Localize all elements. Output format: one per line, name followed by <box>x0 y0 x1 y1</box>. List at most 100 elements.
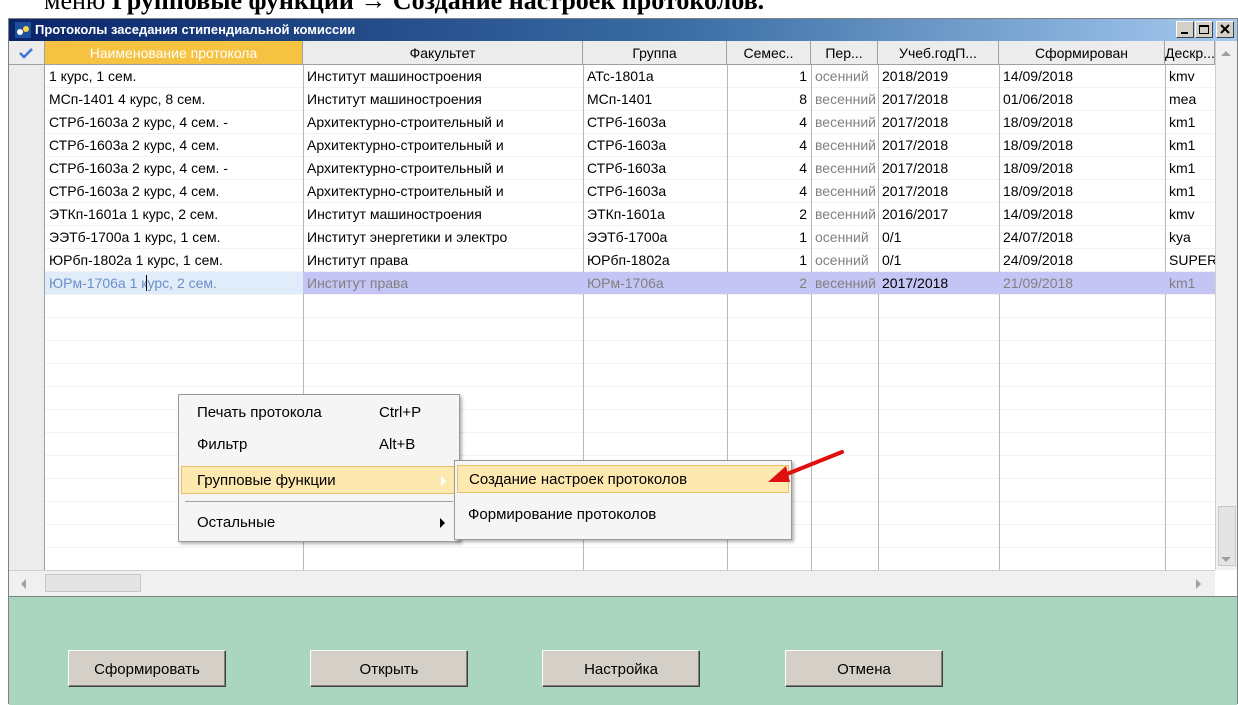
cell-semester: 4 <box>799 160 807 176</box>
cell-year: 2017/2018 <box>882 114 949 130</box>
cell-name: СТРб-1603а 2 курс, 4 сем. <box>49 137 220 153</box>
cell-descr: kmv <box>1169 206 1195 222</box>
table-row[interactable]: МСп-1401 4 курс, 8 сем. Институт машинос… <box>45 88 1215 110</box>
scroll-down-icon[interactable] <box>1218 552 1234 568</box>
menu-item-label: Фильтр <box>197 436 248 453</box>
table-row[interactable]: ЮРбп-1802а 1 курс, 1 сем. Институт права… <box>45 249 1215 271</box>
cell-name: СТРб-1603а 2 курс, 4 сем. - <box>49 160 228 176</box>
submenu-item-form-protocols[interactable]: Формирование протоколов <box>457 501 789 529</box>
column-header-group[interactable]: Группа <box>583 41 727 65</box>
submenu-arrow-icon <box>441 476 446 486</box>
cell-group: ЭТКп-1601а <box>587 206 665 222</box>
menu-item-print[interactable]: Печать протокола Ctrl+P <box>181 399 457 427</box>
title-bar[interactable]: Протоколы заседания стипендиальной комис… <box>9 19 1237 41</box>
cell-period: осенний <box>815 252 869 268</box>
menu-item-label: Формирование протоколов <box>468 506 657 523</box>
cell-semester: 4 <box>799 183 807 199</box>
column-header-descr[interactable]: Дескр... <box>1165 41 1215 65</box>
select-all-header[interactable] <box>9 41 45 65</box>
cell-group: МСп-1401 <box>587 91 653 107</box>
cell-year: 2017/2018 <box>882 91 949 107</box>
cell-period: осенний <box>815 68 869 84</box>
table-row[interactable]: 1 курс, 1 сем. Институт машиностроения А… <box>45 65 1215 87</box>
cell-year: 2017/2018 <box>882 183 949 199</box>
cell-semester: 4 <box>799 137 807 153</box>
cell-year: 2017/2018 <box>882 137 949 153</box>
cell-semester: 1 <box>799 229 807 245</box>
column-header-year[interactable]: Учеб.годП... <box>878 41 999 65</box>
cell-formed: 01/06/2018 <box>1003 91 1074 107</box>
cell-group: СТРб-1603а <box>587 114 667 130</box>
cell-year: 2018/2019 <box>882 68 949 84</box>
table-row[interactable]: ЭЭТб-1700а 1 курс, 1 сем. Институт энерг… <box>45 226 1215 248</box>
submenu-item-create-settings[interactable]: Создание настроек протоколов <box>457 465 789 493</box>
table-row[interactable]: СТРб-1603а 2 курс, 4 сем. Архитектурно-с… <box>45 180 1215 202</box>
menu-item-group-functions[interactable]: Групповые функции <box>181 466 457 494</box>
table-row-selected[interactable]: ЮРм-1706а 1 курс, 2 сем. Институт права … <box>45 272 1215 294</box>
column-header-period[interactable]: Пер... <box>811 41 878 65</box>
horizontal-scroll-thumb[interactable] <box>45 574 141 592</box>
window-title: Протоколы заседания стипендиальной комис… <box>35 22 356 37</box>
cell-formed: 18/09/2018 <box>1003 114 1074 130</box>
cell-faculty: Институт права <box>307 252 409 268</box>
caption-prefix: меню <box>44 0 112 15</box>
submenu-arrow-icon <box>440 518 445 528</box>
column-header-name[interactable]: Наименование протокола <box>45 41 303 65</box>
cell-name: ЭТКп-1601а 1 курс, 2 сем. <box>49 206 219 222</box>
table-row[interactable]: СТРб-1603а 2 курс, 4 сем. - Архитектурно… <box>45 157 1215 179</box>
cell-year: 0/1 <box>882 229 902 245</box>
check-icon <box>19 48 33 59</box>
cell-period: весенний <box>815 206 876 222</box>
cell-group: АТс-1801а <box>587 68 654 84</box>
cell-faculty: Архитектурно-строительный и <box>307 114 504 130</box>
menu-item-filter[interactable]: Фильтр Alt+B <box>181 431 457 459</box>
scroll-right-icon[interactable] <box>1191 576 1207 592</box>
menu-item-label: Создание настроек протоколов <box>469 471 688 488</box>
horizontal-scrollbar[interactable] <box>9 570 1215 596</box>
open-button[interactable]: Открыть <box>310 650 468 687</box>
vertical-scrollbar[interactable] <box>1215 41 1237 570</box>
cell-faculty: Архитектурно-строительный и <box>307 160 504 176</box>
cell-year: 2017/2018 <box>882 275 949 291</box>
cell-semester: 1 <box>799 252 807 268</box>
column-header-semester[interactable]: Семес.. <box>727 41 811 65</box>
cell-group: СТРб-1603а <box>587 160 667 176</box>
table-row[interactable]: ЭТКп-1601а 1 курс, 2 сем. Институт машин… <box>45 203 1215 225</box>
cancel-button[interactable]: Отмена <box>785 650 943 687</box>
context-menu: Печать протокола Ctrl+P Фильтр Alt+B Гру… <box>178 394 460 542</box>
cell-period: весенний <box>815 91 876 107</box>
cell-formed: 18/09/2018 <box>1003 137 1074 153</box>
table-row[interactable]: СТРб-1603а 2 курс, 4 сем. Архитектурно-с… <box>45 134 1215 156</box>
maximize-icon <box>1199 25 1209 34</box>
column-header-faculty[interactable]: Факультет <box>303 41 583 65</box>
cell-descr: km1 <box>1169 275 1196 291</box>
cell-year: 0/1 <box>882 252 902 268</box>
close-button[interactable] <box>1216 21 1234 38</box>
maximize-button[interactable] <box>1195 21 1213 38</box>
scroll-left-icon[interactable] <box>15 576 31 592</box>
table-row[interactable]: СТРб-1603а 2 курс, 4 сем. - Архитектурно… <box>45 111 1215 133</box>
submenu: Создание настроек протоколов Формировани… <box>454 460 792 540</box>
cell-group: ЭЭТб-1700а <box>587 229 668 245</box>
cell-descr: kmv <box>1169 68 1195 84</box>
cell-faculty: Институт машиностроения <box>307 91 482 107</box>
cell-name[interactable]: ЮРм-1706а 1 курс, 2 сем. <box>45 272 303 294</box>
scroll-up-icon[interactable] <box>1218 45 1234 61</box>
menu-item-label: Печать протокола <box>197 404 322 421</box>
cell-formed: 24/07/2018 <box>1003 229 1074 245</box>
cell-formed: 14/09/2018 <box>1003 206 1074 222</box>
cell-formed: 24/09/2018 <box>1003 252 1074 268</box>
cell-period: весенний <box>815 114 876 130</box>
cell-descr: kya <box>1169 229 1191 245</box>
minimize-button[interactable] <box>1176 21 1194 38</box>
menu-item-shortcut: Ctrl+P <box>379 404 422 421</box>
cell-semester: 2 <box>799 206 807 222</box>
cell-faculty: Институт машиностроения <box>307 68 482 84</box>
cell-descr: km1 <box>1169 183 1196 199</box>
cell-faculty: Архитектурно-строительный и <box>307 183 504 199</box>
menu-item-other[interactable]: Остальные <box>181 509 457 537</box>
column-header-formed[interactable]: Сформирован <box>999 41 1165 65</box>
form-button[interactable]: Сформировать <box>68 650 226 687</box>
row-check-column[interactable] <box>9 65 45 570</box>
settings-button[interactable]: Настройка <box>542 650 700 687</box>
